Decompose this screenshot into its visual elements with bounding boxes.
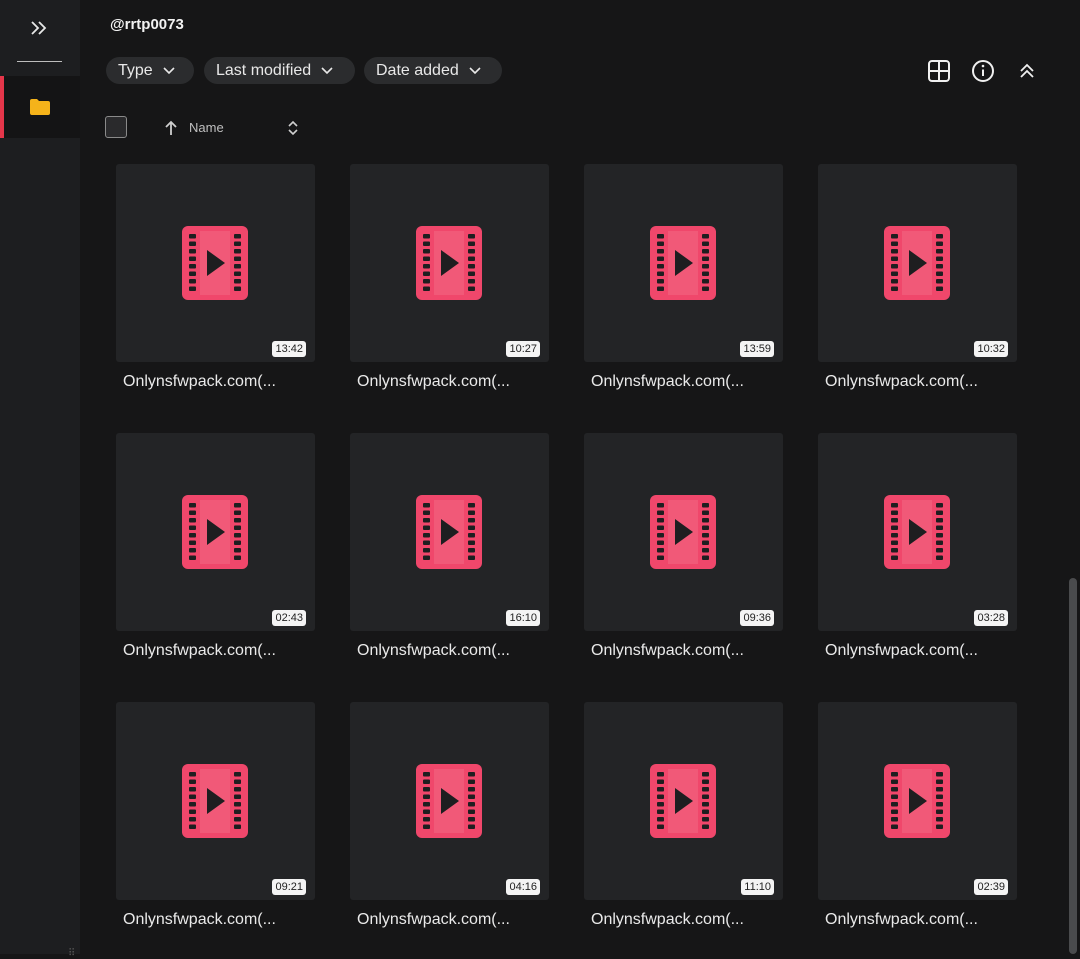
video-file-icon (650, 226, 716, 300)
type-filter-label: Type (118, 61, 153, 79)
grid-view-icon (928, 60, 950, 82)
duration-badge: 11:10 (741, 879, 774, 895)
file-card[interactable]: 16:10 Onlynsfwpack.com(... (350, 433, 550, 669)
file-name[interactable]: Onlynsfwpack.com(... (825, 911, 978, 929)
file-card[interactable]: 02:39 Onlynsfwpack.com(... (818, 702, 1018, 938)
file-name[interactable]: Onlynsfwpack.com(... (591, 373, 744, 391)
file-name[interactable]: Onlynsfwpack.com(... (357, 642, 510, 660)
duration-badge: 04:16 (506, 879, 540, 895)
video-file-icon (416, 226, 482, 300)
chevron-down-icon (163, 66, 175, 74)
file-thumbnail[interactable]: 11:10 (584, 702, 783, 900)
duration-badge: 09:36 (740, 610, 774, 626)
file-thumbnail[interactable]: 10:27 (350, 164, 549, 362)
file-thumbnail[interactable]: 16:10 (350, 433, 549, 631)
file-name[interactable]: Onlynsfwpack.com(... (825, 373, 978, 391)
file-card[interactable]: 04:16 Onlynsfwpack.com(... (350, 702, 550, 938)
sort-name-label[interactable]: Name (189, 120, 224, 135)
file-name[interactable]: Onlynsfwpack.com(... (123, 911, 276, 929)
file-thumbnail[interactable]: 09:21 (116, 702, 315, 900)
scrollbar-thumb[interactable] (1069, 578, 1077, 954)
duration-badge: 13:42 (272, 341, 306, 357)
file-card[interactable]: 10:32 Onlynsfwpack.com(... (818, 164, 1018, 400)
file-name[interactable]: Onlynsfwpack.com(... (591, 642, 744, 660)
sidebar: ⠿ (0, 0, 80, 959)
duration-badge: 10:32 (974, 341, 1008, 357)
last-modified-filter-label: Last modified (216, 61, 312, 79)
video-file-icon (884, 495, 950, 569)
file-card[interactable]: 10:27 Onlynsfwpack.com(... (350, 164, 550, 400)
active-indicator (0, 76, 4, 138)
video-file-icon (884, 764, 950, 838)
sort-toggle-icon[interactable] (286, 118, 300, 138)
file-card[interactable]: 11:10 Onlynsfwpack.com(... (584, 702, 784, 938)
date-added-filter-label: Date added (376, 61, 459, 79)
file-card[interactable]: 09:21 Onlynsfwpack.com(... (116, 702, 316, 938)
date-added-filter-button[interactable]: Date added (364, 57, 502, 84)
file-name[interactable]: Onlynsfwpack.com(... (123, 642, 276, 660)
video-file-icon (182, 495, 248, 569)
video-file-icon (884, 226, 950, 300)
video-file-icon (416, 495, 482, 569)
video-file-icon (650, 495, 716, 569)
select-all-checkbox[interactable] (105, 116, 127, 138)
file-thumbnail[interactable]: 09:36 (584, 433, 783, 631)
collapse-button[interactable] (1012, 57, 1042, 85)
file-card[interactable]: 02:43 Onlynsfwpack.com(... (116, 433, 316, 669)
file-thumbnail[interactable]: 13:59 (584, 164, 783, 362)
last-modified-filter-button[interactable]: Last modified (204, 57, 355, 84)
sidebar-divider (17, 61, 62, 62)
file-name[interactable]: Onlynsfwpack.com(... (123, 373, 276, 391)
duration-badge: 13:59 (740, 341, 774, 357)
page-title: @rrtp0073 (110, 16, 184, 33)
file-name[interactable]: Onlynsfwpack.com(... (591, 911, 744, 929)
sidebar-item-files[interactable] (0, 76, 80, 138)
file-thumbnail[interactable]: 02:43 (116, 433, 315, 631)
duration-badge: 03:28 (974, 610, 1008, 626)
duration-badge: 09:21 (272, 879, 306, 895)
file-card[interactable]: 03:28 Onlynsfwpack.com(... (818, 433, 1018, 669)
file-thumbnail[interactable]: 02:39 (818, 702, 1017, 900)
duration-badge: 02:39 (974, 879, 1008, 895)
duration-badge: 16:10 (506, 610, 540, 626)
double-chevron-up-icon (1020, 63, 1034, 78)
file-name[interactable]: Onlynsfwpack.com(... (825, 642, 978, 660)
file-thumbnail[interactable]: 04:16 (350, 702, 549, 900)
file-thumbnail[interactable]: 13:42 (116, 164, 315, 362)
file-name[interactable]: Onlynsfwpack.com(... (357, 911, 510, 929)
file-name[interactable]: Onlynsfwpack.com(... (357, 373, 510, 391)
chevron-down-icon (321, 66, 333, 74)
folder-icon (30, 99, 50, 115)
expand-sidebar-button[interactable] (16, 8, 62, 48)
info-icon (972, 60, 994, 82)
duration-badge: 02:43 (272, 610, 306, 626)
arrow-up-icon[interactable] (164, 120, 178, 136)
file-thumbnail[interactable]: 10:32 (818, 164, 1017, 362)
file-card[interactable]: 09:36 Onlynsfwpack.com(... (584, 433, 784, 669)
video-file-icon (650, 764, 716, 838)
type-filter-button[interactable]: Type (106, 57, 194, 84)
duration-badge: 10:27 (506, 341, 540, 357)
file-thumbnail[interactable]: 03:28 (818, 433, 1017, 631)
video-file-icon (182, 226, 248, 300)
double-chevron-right-icon (31, 21, 47, 35)
video-file-icon (182, 764, 248, 838)
file-card[interactable]: 13:42 Onlynsfwpack.com(... (116, 164, 316, 400)
info-button[interactable] (968, 57, 998, 85)
file-card[interactable]: 13:59 Onlynsfwpack.com(... (584, 164, 784, 400)
grid-view-button[interactable] (924, 57, 954, 85)
chevron-down-icon (469, 66, 481, 74)
video-file-icon (416, 764, 482, 838)
